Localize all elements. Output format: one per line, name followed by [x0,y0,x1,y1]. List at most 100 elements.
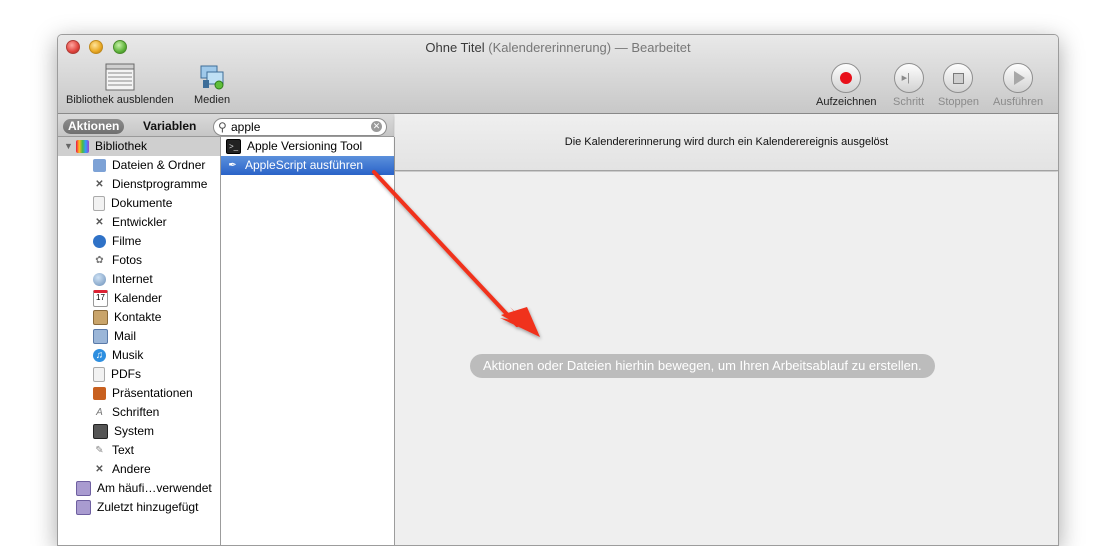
library-item-label: PDFs [111,367,141,381]
window-title: Ohne Titel (Kalendererinnerung) — Bearbe… [58,40,1058,55]
library-item-label: Fotos [112,253,143,267]
smart-group-label: Zuletzt hinzugefügt [97,500,199,514]
library-header: Aktionen Variablen ⚲ ✕ [58,114,394,137]
library-item-label: Kalender [114,291,163,305]
step-icon: ▸| [901,72,910,84]
library-item-photos[interactable]: ✿ Fotos [58,251,220,270]
magnifier-icon: ⚲ [218,120,227,134]
library-item-label: Kontakte [114,310,162,324]
library-item-label: Musik [112,348,144,362]
library-root[interactable]: ▼ Bibliothek [58,137,220,156]
library-item-label: Präsentationen [112,386,193,400]
media-button[interactable]: Medien [194,63,230,106]
library-item-other[interactable]: ✕ Andere [58,460,220,479]
library-item-files[interactable]: Dateien & Ordner [58,156,220,175]
finder-icon [93,159,106,173]
run-circle [1003,63,1034,93]
library-item-label: Dokumente [111,196,173,210]
stop-button[interactable]: Stoppen [938,63,979,108]
library-item-label: Entwickler [112,215,167,229]
library-item-system[interactable]: System [58,422,220,441]
library-item-utilities[interactable]: ✕ Dienstprogramme [58,175,220,194]
result-item-label: AppleScript ausführen [245,158,364,172]
result-item-versioning-tool[interactable]: >_ Apple Versioning Tool [221,137,394,156]
document-icon [93,196,105,212]
clear-search-icon[interactable]: ✕ [371,121,382,132]
record-circle [831,63,862,93]
system-icon [93,424,108,440]
hammer-icon: ✕ [95,217,104,229]
library-item-presentations[interactable]: Präsentationen [58,384,220,403]
smart-group-recent[interactable]: Zuletzt hinzugefügt [58,498,220,517]
record-button[interactable]: Aufzeichnen [816,63,877,108]
terminal-icon: >_ [226,139,241,155]
media-label: Medien [194,94,231,106]
stop-circle [943,63,974,93]
disclosure-triangle-icon[interactable]: ▼ [64,137,73,156]
smart-group-most-used[interactable]: Am häufi…verwendet [58,479,220,498]
library-item-label: Filme [112,234,142,248]
media-icon [200,65,224,90]
run-button[interactable]: Ausführen [993,63,1043,108]
smart-folder-icon [76,481,91,497]
window-title-name: Ohne Titel [425,40,485,55]
action-results-list: >_ Apple Versioning Tool ✒ AppleScript aus… [221,137,395,545]
library-root-label: Bibliothek [95,139,148,153]
library-item-contacts[interactable]: Kontakte [58,308,220,327]
search-field: ⚲ ✕ [213,118,387,136]
hide-library-button[interactable]: Bibliothek ausblenden [66,63,174,106]
workflow-canvas[interactable]: Aktionen oder Dateien hierhin bewegen, u… [395,172,1058,545]
library-item-label: Schriften [112,405,160,419]
library-item-label: Dienstprogramme [112,177,208,191]
library-item-documents[interactable]: Dokumente [58,194,220,213]
tab-variables[interactable]: Variablen [143,119,196,134]
library-item-label: Andere [112,462,151,476]
music-icon: ♫ [93,349,106,363]
library-item-pdfs[interactable]: PDFs [58,365,220,384]
library-item-label: Mail [114,329,137,343]
smart-group-label: Am häufi…verwendet [97,481,212,495]
library-item-mail[interactable]: Mail [58,327,220,346]
other-icon: ✕ [95,464,104,476]
tab-actions[interactable]: Aktionen [63,119,125,134]
tools-icon: ✕ [95,179,104,191]
library-list: ▼ Bibliothek Dateien & Ordner ✕ Dienstpro… [58,137,221,545]
globe-icon [93,273,106,287]
library-item-label: Text [112,443,135,457]
play-icon [1014,71,1026,85]
pdf-icon [93,367,105,383]
automator-window: Ohne Titel (Kalendererinnerung) — Bearbe… [57,34,1059,546]
record-label: Aufzeichnen [816,96,877,108]
run-label: Ausführen [993,96,1044,108]
step-button[interactable]: ▸| Schritt [893,63,924,108]
result-item-applescript[interactable]: ✒ AppleScript ausführen [221,156,394,175]
hide-library-label: Bibliothek ausblenden [66,94,174,106]
window-title-suffix: (Kalendererinnerung) — Bearbeitet [488,40,691,55]
font-icon: A [96,407,103,419]
library-item-text[interactable]: ✎ Text [58,441,220,460]
text-edit-icon: ✎ [95,445,104,457]
quicktime-icon [93,235,106,249]
drop-hint: Aktionen oder Dateien hierhin bewegen, u… [470,354,935,378]
record-dot-icon [840,72,853,84]
search-input[interactable] [231,120,361,134]
photos-icon: ✿ [95,255,104,267]
library-item-calendar[interactable]: 17 Kalender [58,289,220,308]
library-icon [105,63,135,91]
stop-label: Stoppen [938,96,979,108]
library-item-music[interactable]: ♫ Musik [58,346,220,365]
script-icon: ✒ [228,160,237,172]
contacts-icon [93,310,108,326]
library-item-label: Dateien & Ordner [112,158,206,172]
library-item-internet[interactable]: Internet [58,270,220,289]
workflow-info-bar: Die Kalendererinnerung wird durch ein Ka… [395,114,1058,171]
result-item-label: Apple Versioning Tool [247,139,363,153]
library-item-fonts[interactable]: A Schriften [58,403,220,422]
smart-folder-icon [76,500,91,516]
library-item-developer[interactable]: ✕ Entwickler [58,213,220,232]
library-books-icon [76,140,89,154]
library-item-movies[interactable]: Filme [58,232,220,251]
workflow-info-text: Die Kalendererinnerung wird durch ein Ka… [564,136,889,148]
step-circle: ▸| [893,63,924,93]
calendar-icon: 17 [93,290,108,308]
